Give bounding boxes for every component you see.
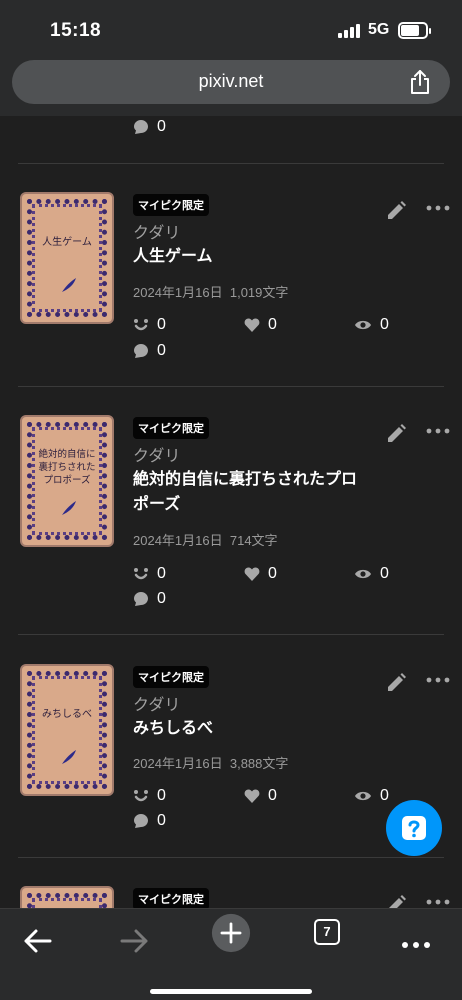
char-count: 3,888文字 <box>229 756 289 771</box>
comment-count: 0 <box>133 118 166 136</box>
author-name[interactable]: クダリ <box>133 219 180 243</box>
share-icon[interactable] <box>408 69 432 95</box>
work-title[interactable]: 絶対的自信に裏打ちされたプロポーズ <box>133 467 363 517</box>
like-count: 0 <box>244 565 277 583</box>
work-meta: 2024年1月16日 3,888文字 <box>133 753 288 772</box>
work-cover[interactable]: みちしるべ <box>20 664 114 796</box>
restriction-badge: マイピク限定 <box>133 666 209 688</box>
restriction-badge: マイピク限定 <box>133 888 209 908</box>
work-meta: 2024年1月16日 714文字 <box>133 530 278 549</box>
quill-icon <box>62 750 76 764</box>
author-name[interactable]: クダリ <box>133 442 180 466</box>
divider <box>18 163 444 164</box>
edit-icon[interactable] <box>385 423 407 445</box>
work-meta: 2024年1月16日 1,019文字 <box>133 282 288 301</box>
comment-icon <box>134 344 148 358</box>
comment-icon <box>134 814 148 828</box>
tabs-button[interactable]: 7 <box>314 919 340 945</box>
work-date: 2024年1月16日 <box>133 533 223 548</box>
address-bar[interactable]: pixiv.net <box>12 60 450 104</box>
work-cover[interactable]: 人生ゲーム <box>20 192 114 324</box>
cover-title: 絶対的自信に裏打ちされたプロポーズ <box>38 449 96 486</box>
url-text: pixiv.net <box>198 71 264 91</box>
edit-icon[interactable] <box>385 200 407 222</box>
smile-reaction-icon <box>134 790 148 802</box>
view-count: 0 <box>354 787 389 805</box>
status-time: 15:18 <box>50 20 102 41</box>
view-count: 0 <box>354 565 389 583</box>
heart-icon <box>244 567 260 581</box>
like-count: 0 <box>244 316 277 334</box>
reaction-count: 0 <box>133 787 166 805</box>
work-title[interactable]: みちしるべ <box>133 716 363 741</box>
network-type: 5G <box>368 21 390 38</box>
works-list: 0 人生ゲーム マイピク限定 クダリ 人生ゲーム 2024年1月16日 1,01… <box>0 116 462 908</box>
eye-icon <box>355 320 371 330</box>
comment-icon <box>134 592 148 606</box>
help-icon <box>402 816 426 840</box>
eye-icon <box>355 569 371 579</box>
comment-icon <box>134 120 148 134</box>
edit-icon[interactable] <box>385 894 407 908</box>
comment-count: 0 <box>133 342 166 360</box>
heart-icon <box>244 789 260 803</box>
more-options-icon[interactable] <box>426 676 450 684</box>
restriction-badge: マイピク限定 <box>133 194 209 216</box>
like-count: 0 <box>244 787 277 805</box>
back-arrow-icon[interactable] <box>20 921 56 961</box>
browser-top-bar: 15:18 5G pixiv.net <box>0 0 462 116</box>
view-count: 0 <box>354 316 389 334</box>
status-bar: 15:18 5G <box>0 0 462 58</box>
comment-count: 0 <box>133 590 166 608</box>
battery-icon <box>398 22 431 39</box>
author-name[interactable]: クダリ <box>133 691 180 715</box>
more-options-icon[interactable] <box>426 427 450 435</box>
work-title[interactable]: 人生ゲーム <box>133 244 363 269</box>
reaction-count: 0 <box>133 565 166 583</box>
quill-icon <box>62 278 76 292</box>
quill-icon <box>62 501 76 515</box>
more-menu-icon[interactable] <box>400 925 432 965</box>
divider <box>18 386 444 387</box>
char-count: 714文字 <box>229 533 278 548</box>
smile-reaction-icon <box>134 568 148 580</box>
new-tab-icon[interactable] <box>209 913 253 953</box>
cellular-signal-icon <box>338 24 362 38</box>
work-cover[interactable]: 絶対的自信に裏打ちされたプロポーズ <box>20 415 114 547</box>
work-cover[interactable] <box>20 886 114 908</box>
cover-title: 人生ゲーム <box>42 237 92 248</box>
divider <box>18 857 444 858</box>
help-button[interactable] <box>386 800 442 856</box>
more-options-icon[interactable] <box>426 204 450 212</box>
restriction-badge: マイピク限定 <box>133 417 209 439</box>
edit-icon[interactable] <box>385 672 407 694</box>
divider <box>18 634 444 635</box>
home-indicator <box>150 989 312 994</box>
heart-icon <box>244 318 260 332</box>
work-date: 2024年1月16日 <box>133 756 223 771</box>
smile-reaction-icon <box>134 319 148 331</box>
reaction-count: 0 <box>133 316 166 334</box>
more-options-icon[interactable] <box>426 898 450 906</box>
cover-title: みちしるべ <box>42 709 92 720</box>
comment-count: 0 <box>133 812 166 830</box>
eye-icon <box>355 791 371 801</box>
work-date: 2024年1月16日 <box>133 285 223 300</box>
browser-toolbar: 7 <box>0 908 462 1000</box>
forward-arrow-icon[interactable] <box>116 921 152 961</box>
char-count: 1,019文字 <box>229 285 289 300</box>
